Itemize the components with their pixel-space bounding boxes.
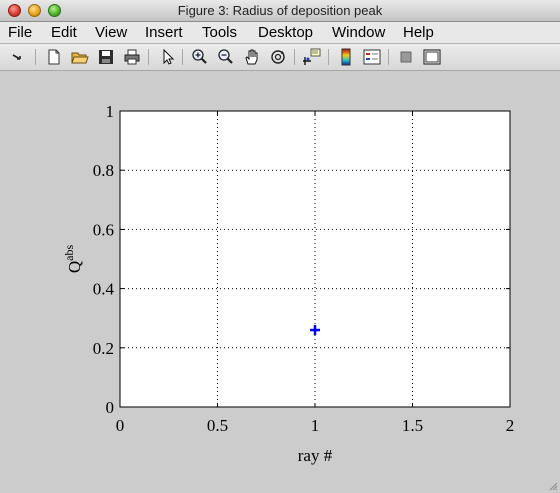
y-tick-label: 0.2 — [93, 339, 114, 358]
x-tick-label: 0.5 — [207, 416, 228, 435]
toolbar-separator — [182, 49, 183, 65]
legend-icon[interactable] — [362, 48, 382, 66]
dock-arrow-icon[interactable] — [8, 48, 28, 66]
menu-desktop[interactable]: Desktop — [258, 24, 313, 41]
toolbar-separator — [388, 49, 389, 65]
y-tick-label: 0.4 — [93, 280, 115, 299]
axes[interactable]: 0 0.5 1 1.5 2 0 0.2 0.4 0.6 0.8 1 ray # Qabs — [0, 71, 560, 493]
toolbar-separator — [35, 49, 36, 65]
x-tick-label: 1.5 — [402, 416, 423, 435]
menu-bar: File Edit View Insert Tools Desktop Wind… — [0, 22, 560, 44]
menu-insert[interactable]: Insert — [145, 24, 183, 41]
window-title-bar: Figure 3: Radius of deposition peak — [0, 0, 560, 22]
x-tick-label: 0 — [116, 416, 125, 435]
menu-file[interactable]: File — [8, 24, 32, 41]
rotate-3d-icon[interactable] — [268, 48, 288, 66]
x-tick-label: 2 — [506, 416, 515, 435]
y-axis-label-superscript: abs — [62, 245, 76, 261]
y-axis-label-base: Q — [65, 261, 84, 273]
y-tick-label: 1 — [106, 102, 115, 121]
menu-edit[interactable]: Edit — [51, 24, 77, 41]
toolbar-separator — [294, 49, 295, 65]
x-axis-label: ray # — [298, 446, 333, 465]
y-tick-label: 0.8 — [93, 161, 114, 180]
zoom-in-icon[interactable] — [190, 48, 210, 66]
y-tick-label: 0 — [106, 398, 115, 417]
toolbar-separator — [148, 49, 149, 65]
hide-plot-tools-icon[interactable] — [396, 48, 416, 66]
y-axis-label: Qabs — [62, 245, 84, 274]
zoom-out-icon[interactable] — [216, 48, 236, 66]
window-title: Figure 3: Radius of deposition peak — [177, 3, 383, 18]
toolbar-separator — [328, 49, 329, 65]
menu-help[interactable]: Help — [403, 24, 434, 41]
resize-grip-icon[interactable] — [546, 479, 558, 491]
data-cursor-icon[interactable] — [302, 48, 322, 66]
menu-window[interactable]: Window — [332, 24, 385, 41]
print-icon[interactable] — [122, 48, 142, 66]
open-folder-icon[interactable] — [70, 48, 90, 66]
show-plot-tools-icon[interactable] — [422, 48, 442, 66]
x-tick-label: 1 — [311, 416, 320, 435]
pointer-icon[interactable] — [158, 48, 178, 66]
figure-canvas: 0 0.5 1 1.5 2 0 0.2 0.4 0.6 0.8 1 ray # Qabs — [0, 71, 560, 493]
figure-toolbar — [0, 44, 560, 71]
y-tick-label: 0.6 — [93, 220, 114, 239]
colorbar-icon[interactable] — [336, 48, 356, 66]
save-icon[interactable] — [96, 48, 116, 66]
pan-hand-icon[interactable] — [242, 48, 262, 66]
new-file-icon[interactable] — [44, 48, 64, 66]
menu-view[interactable]: View — [95, 24, 127, 41]
menu-tools[interactable]: Tools — [202, 24, 237, 41]
